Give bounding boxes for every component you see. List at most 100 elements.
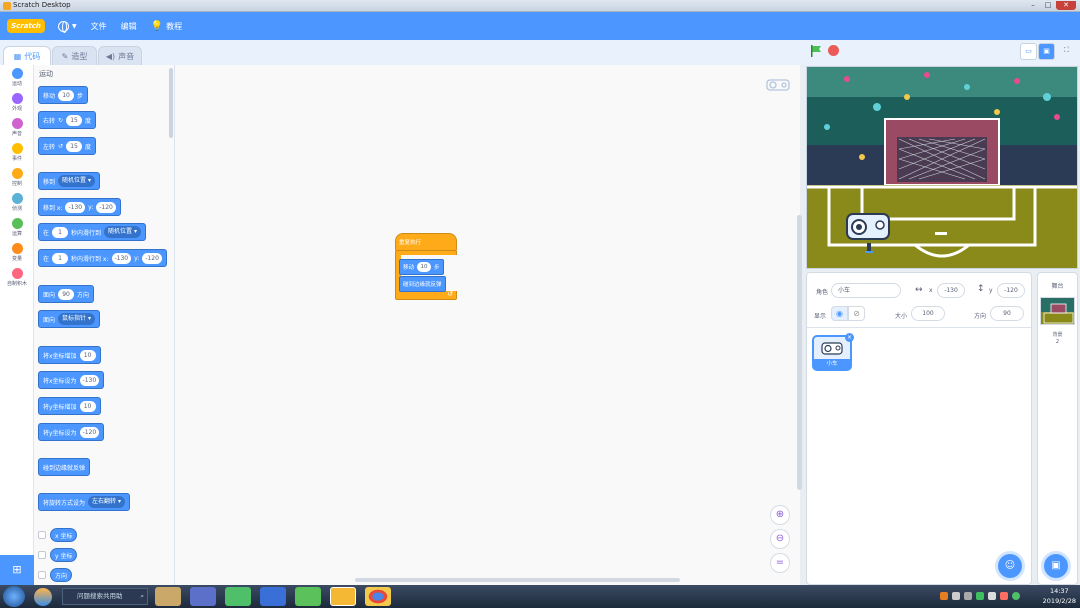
block-goto-xy[interactable]: 移到 x: -130 y: -120: [38, 198, 121, 216]
category-operators[interactable]: 运算: [0, 218, 34, 237]
block-dropdown[interactable]: 鼠标指针 ▾: [58, 313, 95, 325]
block-point-direction[interactable]: 面向 90 方向: [38, 285, 95, 303]
app-icon-2[interactable]: [190, 587, 216, 606]
stop-button[interactable]: [828, 45, 839, 56]
wechat-icon[interactable]: [295, 587, 321, 606]
block-input[interactable]: 10: [58, 89, 75, 101]
block-set-y[interactable]: 将y坐标设为 -120: [38, 423, 105, 441]
checkbox-x-position[interactable]: [38, 531, 46, 539]
category-sound[interactable]: 声音: [0, 118, 34, 137]
green-flag-icon[interactable]: [810, 45, 822, 57]
block-rotation-style[interactable]: 将旋转方式设为 左右翻转 ▾: [38, 493, 130, 511]
script-block-bounce[interactable]: 碰到边缘就反弹: [399, 276, 446, 292]
block-glide[interactable]: 在 1 秒内滑行到 随机位置 ▾: [38, 223, 146, 241]
checkbox-y-position[interactable]: [38, 551, 46, 559]
app-launcher-icon[interactable]: [34, 588, 52, 606]
block-change-x[interactable]: 将x坐标增加 10: [38, 346, 101, 364]
app-icon-3[interactable]: [225, 587, 251, 606]
scratch-logo[interactable]: Scratch: [7, 19, 45, 33]
block-input[interactable]: 1: [52, 252, 69, 264]
block-input[interactable]: -120: [142, 252, 162, 264]
maximize-button[interactable]: □: [1041, 1, 1055, 10]
block-input[interactable]: 10: [417, 262, 432, 272]
sprite-card[interactable]: 小车 ×: [812, 333, 854, 371]
reporter-direction[interactable]: 方向: [50, 568, 73, 582]
large-stage-button[interactable]: ▣: [1038, 43, 1055, 60]
tray-icon[interactable]: [988, 592, 996, 600]
block-dropdown[interactable]: 随机位置 ▾: [58, 175, 95, 187]
reporter-x-position[interactable]: x 坐标: [50, 528, 78, 542]
backdrop-thumbnail[interactable]: [1040, 297, 1075, 325]
category-sensing[interactable]: 侦测: [0, 193, 34, 212]
show-hidden-button[interactable]: ⊘: [848, 306, 865, 321]
block-change-y[interactable]: 将y坐标增加 10: [38, 397, 101, 415]
block-glide-xy[interactable]: 在 1 秒内滑行到 x: -130 y: -120: [38, 249, 167, 267]
workspace-vertical-scrollbar[interactable]: [797, 215, 802, 490]
category-my-blocks[interactable]: 自制积木: [0, 268, 34, 287]
tray-icon[interactable]: [952, 592, 960, 600]
block-dropdown[interactable]: 左右翻转 ▾: [88, 496, 125, 508]
zoom-reset-button[interactable]: =: [770, 553, 790, 573]
clock[interactable]: 14:37 2019/2/28: [1043, 586, 1076, 606]
category-motion[interactable]: 运动: [0, 68, 34, 87]
chrome-icon[interactable]: [365, 587, 391, 606]
workspace-horizontal-scrollbar[interactable]: [355, 578, 680, 582]
stage-canvas[interactable]: [806, 66, 1078, 269]
y-input[interactable]: -120: [997, 283, 1025, 298]
block-dropdown[interactable]: 随机位置 ▾: [104, 226, 141, 238]
checkbox-direction[interactable]: [38, 571, 46, 579]
block-move[interactable]: 移动 10 步: [38, 86, 89, 104]
tab-code[interactable]: ▦ 代码: [3, 46, 51, 65]
file-explorer-icon[interactable]: [155, 587, 181, 606]
code-workspace[interactable]: 重复执行 ↺ 移动 10 步 碰到边缘就反弹 ⊕ ⊖ =: [175, 65, 802, 585]
block-input[interactable]: -130: [65, 201, 86, 213]
scratch-taskbar-icon[interactable]: [330, 587, 356, 606]
minimize-button[interactable]: –: [1026, 1, 1040, 10]
category-control[interactable]: 控制: [0, 168, 34, 187]
block-bounce[interactable]: 碰到边缘就反弹: [38, 458, 91, 476]
block-input[interactable]: -130: [111, 252, 132, 264]
stage-selector[interactable]: 舞台 背景 2: [1037, 272, 1078, 585]
block-input[interactable]: 90: [58, 288, 75, 300]
category-events[interactable]: 事件: [0, 143, 34, 162]
tray-icon[interactable]: [964, 592, 972, 600]
choose-sprite-button[interactable]: ☺: [998, 554, 1022, 578]
wps-icon[interactable]: [260, 587, 286, 606]
block-input[interactable]: 10: [79, 400, 96, 412]
zoom-out-button[interactable]: ⊖: [770, 529, 790, 549]
file-menu[interactable]: 文件: [91, 21, 107, 32]
category-looks[interactable]: 外观: [0, 93, 34, 112]
category-variables[interactable]: 变量: [0, 243, 34, 262]
block-input[interactable]: -130: [79, 374, 100, 386]
script-block-move[interactable]: 移动 10 步: [399, 259, 444, 275]
block-set-x[interactable]: 将x坐标设为 -130: [38, 371, 105, 389]
tray-icon[interactable]: [940, 592, 948, 600]
tab-sounds[interactable]: ◀) 声音: [98, 46, 142, 65]
tray-icon[interactable]: [1000, 592, 1008, 600]
block-input[interactable]: -120: [96, 201, 116, 213]
show-visible-button[interactable]: ◉: [831, 306, 848, 321]
language-menu[interactable]: ▼: [58, 20, 77, 33]
block-point-towards[interactable]: 面向 鼠标指针 ▾: [38, 310, 100, 328]
block-input[interactable]: 1: [52, 226, 69, 238]
delete-sprite-button[interactable]: ×: [845, 333, 854, 342]
edit-menu[interactable]: 编辑: [121, 21, 137, 32]
tray-icon[interactable]: [976, 592, 984, 600]
sprite-name-input[interactable]: 小车: [831, 283, 901, 298]
tab-costumes[interactable]: ✎ 造型: [52, 46, 97, 65]
fullscreen-button[interactable]: ⛶: [1058, 43, 1075, 60]
size-input[interactable]: 100: [911, 306, 945, 321]
block-input[interactable]: 15: [66, 140, 83, 152]
block-input[interactable]: 15: [66, 114, 83, 126]
block-goto[interactable]: 移到 随机位置 ▾: [38, 172, 100, 190]
small-stage-button[interactable]: ▭: [1020, 43, 1037, 60]
block-input[interactable]: 10: [79, 349, 96, 361]
taskbar-search-input[interactable]: 问题搜索共用助 ⌕: [62, 588, 148, 605]
block-input[interactable]: -120: [79, 426, 100, 438]
start-button[interactable]: [3, 586, 25, 607]
add-extension-button[interactable]: ⊞: [0, 555, 34, 585]
choose-backdrop-button[interactable]: ▣: [1044, 554, 1068, 578]
tutorials-menu[interactable]: 💡 教程: [151, 21, 182, 32]
zoom-in-button[interactable]: ⊕: [770, 505, 790, 525]
palette-scrollbar[interactable]: [169, 68, 173, 138]
